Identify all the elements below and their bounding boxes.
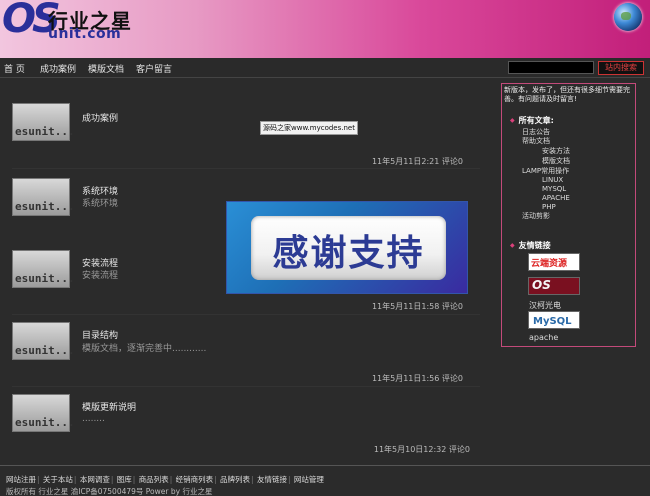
post-title[interactable]: 成功案例 [82, 111, 118, 124]
post-excerpt: ........ [82, 414, 105, 424]
category-link[interactable]: 活动剪影 [522, 211, 550, 221]
friend-link-label[interactable]: apache [529, 333, 558, 342]
site-logo[interactable]: OS 行业之星 unit.com [2, 0, 137, 46]
post-excerpt: 模版文档，逐渐完善中............ [82, 344, 207, 354]
thank-you-banner: 感谢支持 [226, 201, 468, 294]
category-link[interactable]: APACHE [542, 194, 570, 202]
list-item: esunit... 成功案例 11年5月11日2:21 评论0 [0, 100, 490, 172]
post-meta: 11年5月11日2:21 评论0 [371, 157, 463, 166]
nav-cases[interactable]: 成功案例 [40, 62, 76, 75]
friend-link-logo[interactable]: OS [528, 277, 580, 295]
banner-text: 感谢支持 [272, 233, 425, 274]
list-item: esunit... 目录结构 模版文档，逐渐完善中............ 11… [0, 318, 490, 390]
category-link[interactable]: 模版文档 [542, 156, 570, 166]
footer-link[interactable]: 经销商列表 [176, 475, 214, 484]
category-link[interactable]: PHP [542, 203, 556, 211]
post-title[interactable]: 目录结构 [82, 328, 118, 341]
post-thumbnail[interactable]: esunit... [12, 394, 75, 432]
category-link[interactable]: 安装方法 [542, 146, 570, 156]
friend-link-label[interactable]: 汉柯光电 [529, 300, 561, 311]
footer-link[interactable]: 商品列表 [139, 475, 169, 484]
search-button[interactable]: 站内搜索 [598, 61, 644, 75]
footer-link[interactable]: 关于本站 [43, 475, 73, 484]
category-link[interactable]: LAMP常用操作 [522, 166, 569, 176]
site-footer: 网站注册| 关于本站| 本网调查| 图库| 商品列表| 经销商列表| 品牌列表|… [0, 465, 650, 496]
search-input[interactable] [508, 61, 594, 74]
sidebar-notice: 新版本，发布了，但还有很多细节需要完善。有问题请及时留言! [504, 86, 630, 103]
divider [12, 314, 480, 315]
watermark-label: 源码之家www.mycodes.net [260, 121, 358, 135]
post-excerpt: 系统环境 [82, 199, 119, 209]
copyright-text: 版权所有 行业之星 渝ICP备07500479号 Power by 行业之星 [6, 487, 213, 496]
nav-home[interactable]: 首 页 [4, 62, 25, 75]
banner-plate: 感谢支持 [251, 216, 446, 280]
sidebar: 新版本，发布了，但还有很多细节需要完善。有问题请及时留言! 所有文章: 日志公告… [501, 83, 636, 347]
footer-link[interactable]: 网站管理 [294, 475, 324, 484]
post-thumbnail[interactable]: esunit... [12, 322, 75, 360]
post-thumbnail[interactable]: esunit... [12, 250, 75, 288]
post-excerpt: 安装流程 [82, 271, 119, 281]
site-header: OS 行业之星 unit.com [0, 0, 650, 58]
all-articles-title: 所有文章: [510, 115, 554, 126]
post-title[interactable]: 模版更新说明 [82, 400, 136, 413]
post-thumbnail[interactable]: esunit... [12, 178, 75, 216]
divider [12, 386, 480, 387]
post-meta: 11年5月11日1:56 评论0 [371, 374, 463, 383]
category-link[interactable]: MYSQL [542, 185, 566, 193]
category-link[interactable]: 帮助文档 [522, 136, 550, 146]
list-item: esunit... 模版更新说明 ........ 11年5月10日12:32 … [0, 390, 490, 462]
footer-links: 网站注册| 关于本站| 本网调查| 图库| 商品列表| 经销商列表| 品牌列表|… [6, 475, 324, 484]
post-meta: 11年5月11日1:58 评论0 [371, 302, 463, 311]
friend-link-logo[interactable]: 云端资源 [528, 253, 580, 271]
globe-icon [614, 3, 642, 31]
logo-domain-text: unit.com [48, 26, 122, 42]
footer-link[interactable]: 品牌列表 [220, 475, 250, 484]
footer-link[interactable]: 本网调查 [80, 475, 110, 484]
friend-link-logo[interactable]: MySQL [528, 311, 580, 329]
post-thumbnail[interactable]: esunit... [12, 103, 75, 141]
nav-templates[interactable]: 模版文档 [88, 62, 124, 75]
nav-guestbook[interactable]: 客户留言 [136, 62, 172, 75]
divider [12, 168, 480, 169]
friend-links-title: 友情链接 [510, 240, 551, 251]
category-link[interactable]: LINUX [542, 176, 563, 184]
footer-link[interactable]: 友情链接 [257, 475, 287, 484]
post-meta: 11年5月10日12:32 评论0 [373, 445, 470, 454]
footer-link[interactable]: 网站注册 [6, 475, 36, 484]
footer-link[interactable]: 图库 [117, 475, 132, 484]
